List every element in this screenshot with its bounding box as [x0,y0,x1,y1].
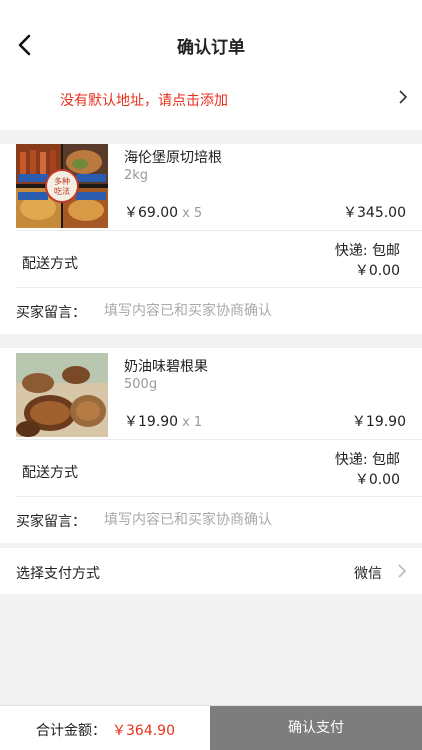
product-image-pecan [16,353,108,437]
product-spec: 500g [124,377,158,392]
chevron-right-icon [399,90,408,104]
shipping-fee: ￥0.00 [354,472,400,488]
unit-price: ￥19.90 [124,414,179,430]
page-title: 确认订单 [177,38,245,58]
product-subtotal: ￥345.00 [343,205,406,221]
product-price: ￥19.90 x 1 [124,411,202,431]
add-address-prompt[interactable]: 没有默认地址，请点击添加 [60,90,228,110]
shipping-label: 配送方式 [22,465,78,481]
shipping-method: 快递: 包邮 [334,452,400,468]
unit-price: ￥69.00 [124,205,179,221]
payment-method-row[interactable]: 选择支付方式 微信 [0,548,422,594]
image-badge-text: 吃法 [54,186,70,196]
order-item-card: 奶油味碧根果 500g ￥19.90 x 1 ￥19.90 配送方式 快递: 包邮… [0,348,422,543]
product-row[interactable]: 多种 吃法 海伦堡原切培根 2kg ￥69.00 x 5 ￥345.00 [0,144,422,230]
order-item-card: 多种 吃法 海伦堡原切培根 2kg ￥69.00 x 5 ￥345.00 配送方式… [0,144,422,334]
confirm-payment-button[interactable]: 确认支付 [210,706,422,750]
product-name: 海伦堡原切培根 [124,150,222,166]
product-quantity: x 1 [182,415,203,430]
image-badge-text: 多种 [54,176,70,186]
total-amount: ￥364.90 [112,723,175,739]
buyer-message-input[interactable] [104,509,404,531]
shipping-fee: ￥0.00 [354,263,400,279]
buyer-message-row: 买家留言： [0,497,422,543]
total-label: 合计金额： [36,723,106,739]
shipping-row: 配送方式 快递: 包邮 ￥0.00 [0,231,422,287]
buyer-message-label: 买家留言： [16,514,86,530]
product-subtotal: ￥19.90 [351,414,406,430]
shipping-row: 配送方式 快递: 包邮 ￥0.00 [0,440,422,496]
buyer-message-row: 买家留言： [0,288,422,334]
nav-bar: 确认订单 [0,0,422,76]
product-price: ￥69.00 x 5 [124,202,202,222]
buyer-message-input[interactable] [104,300,404,322]
shipping-label: 配送方式 [22,256,78,272]
product-quantity: x 5 [182,206,203,221]
product-image-bacon: 多种 吃法 [16,144,108,228]
payment-method-value: 微信 [354,566,382,582]
chevron-right-icon [398,564,407,578]
checkout-bar: 合计金额： ￥364.90 确认支付 [0,705,422,750]
product-spec: 2kg [124,168,149,183]
buyer-message-label: 买家留言： [16,305,86,321]
shipping-method: 快递: 包邮 [334,243,400,259]
address-row[interactable]: 没有默认地址，请点击添加 [0,76,422,130]
payment-method-label: 选择支付方式 [16,566,100,582]
product-row[interactable]: 奶油味碧根果 500g ￥19.90 x 1 ￥19.90 [0,353,422,439]
product-name: 奶油味碧根果 [124,359,208,375]
